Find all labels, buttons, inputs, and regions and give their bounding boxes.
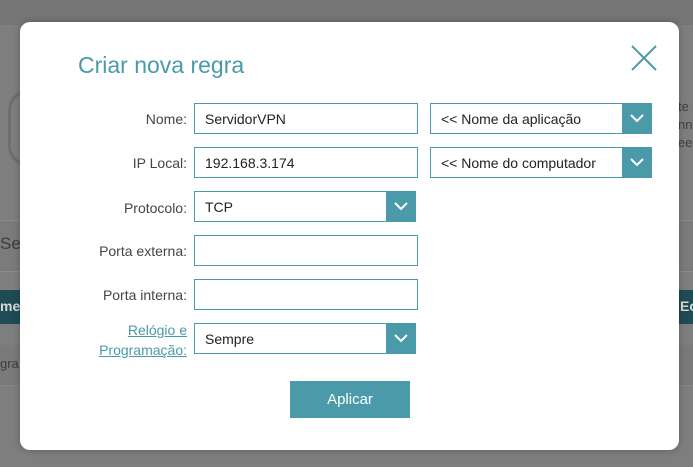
chevron-down-icon[interactable] — [386, 191, 416, 222]
background-search-text: Se — [0, 234, 21, 253]
background-side-text: te nn ee — [678, 99, 693, 150]
schedule-link[interactable]: Relógio e Programação: — [20, 320, 187, 360]
protocol-select-value: TCP — [205, 198, 233, 215]
application-name-select-value: << Nome da aplicação — [441, 110, 582, 127]
schedule-select[interactable]: Sempre — [194, 323, 416, 354]
background-row-text: gra — [0, 356, 19, 371]
schedule-colon: : — [183, 342, 187, 358]
local-ip-input[interactable] — [194, 147, 418, 178]
apply-button[interactable]: Aplicar — [290, 381, 410, 418]
schedule-link-line2[interactable]: Programação — [99, 342, 183, 358]
computer-name-select[interactable]: << Nome do computador — [430, 147, 652, 178]
background-header-right: Ec — [680, 298, 693, 314]
chevron-down-icon[interactable] — [622, 103, 652, 134]
schedule-link-line1[interactable]: Relógio e — [20, 320, 187, 340]
external-port-input[interactable] — [194, 235, 418, 266]
dialog-title: Criar nova regra — [78, 52, 245, 78]
protocol-select[interactable]: TCP — [194, 191, 416, 222]
internal-port-input[interactable] — [194, 279, 418, 310]
internal-port-label: Porta interna: — [102, 287, 187, 303]
create-rule-dialog: Criar nova regra Nome: << Nome da aplica… — [20, 22, 679, 450]
close-icon[interactable] — [630, 44, 658, 72]
background-header-left: me — [0, 298, 21, 314]
chevron-down-icon[interactable] — [622, 147, 652, 178]
external-port-label: Porta externa: — [99, 243, 187, 259]
protocol-label: Protocolo: — [123, 200, 187, 216]
local-ip-label: IP Local: — [132, 155, 187, 171]
schedule-select-value: Sempre — [205, 330, 255, 347]
computer-name-select-value: << Nome do computador — [441, 154, 596, 171]
chevron-down-icon[interactable] — [386, 323, 416, 354]
name-input[interactable] — [194, 103, 418, 134]
name-label: Nome: — [145, 111, 187, 127]
application-name-select[interactable]: << Nome da aplicação — [430, 103, 652, 134]
